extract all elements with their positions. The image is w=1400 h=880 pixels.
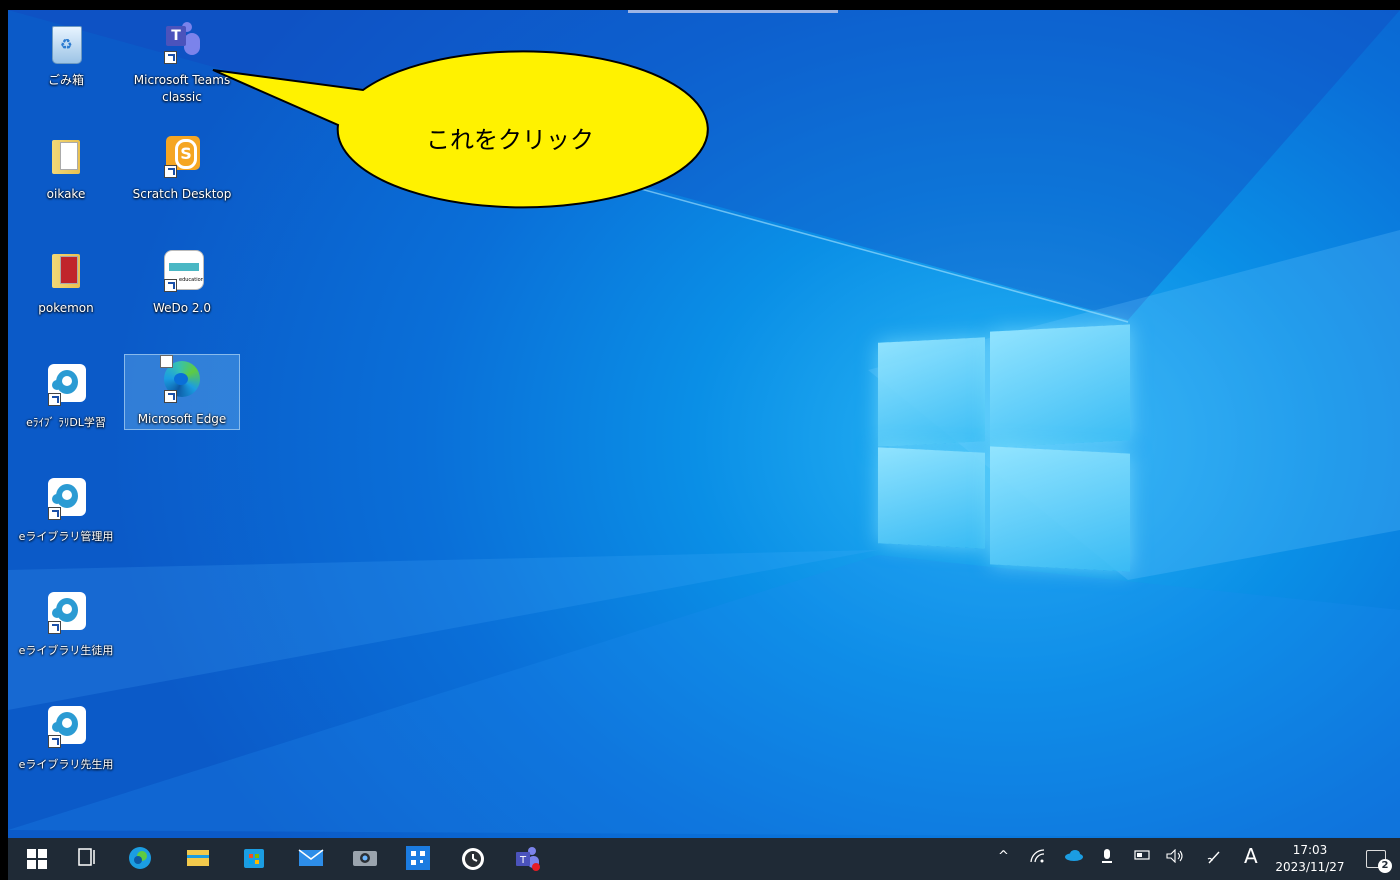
file-explorer-button[interactable]: [186, 846, 212, 872]
svg-text:T: T: [519, 855, 527, 866]
onedrive-icon[interactable]: [1064, 849, 1084, 865]
taskbar-edge-button[interactable]: [128, 846, 154, 872]
taskbar: T ^ A 17:03 2023/11/27 2: [8, 838, 1400, 880]
camera-icon: [353, 851, 377, 866]
show-hidden-icons-chevron[interactable]: ^: [998, 849, 1009, 864]
clock-app-icon: [462, 848, 484, 870]
notification-count-badge: 2: [1378, 859, 1392, 873]
mail-icon: [298, 849, 324, 866]
ime-indicator[interactable]: A: [1244, 844, 1258, 868]
callout-text: これをクリック: [426, 126, 594, 154]
start-button[interactable]: [24, 846, 50, 872]
taskbar-teams-button[interactable]: T: [514, 846, 540, 872]
camera-button[interactable]: [352, 846, 378, 872]
windows-start-icon: [27, 849, 47, 869]
pen-icon[interactable]: [1206, 849, 1222, 869]
volume-icon[interactable]: [1166, 848, 1184, 867]
battery-icon[interactable]: [1134, 849, 1152, 865]
callout-bubble: [212, 50, 709, 209]
microphone-icon[interactable]: [1102, 849, 1112, 869]
qr-app-button[interactable]: [406, 846, 432, 872]
task-view-button[interactable]: [76, 846, 102, 872]
mail-button[interactable]: [298, 846, 324, 872]
edge-icon: [129, 847, 151, 869]
task-view-icon: [78, 848, 95, 866]
store-button[interactable]: [242, 846, 268, 872]
wifi-icon[interactable]: [1030, 849, 1046, 867]
clock-time: 17:03: [1292, 843, 1328, 857]
screen: ♻ ごみ箱 oikake pokemon eﾗｲﾌﾞ ﾗﾘDL学習 eライブラリ…: [8, 10, 1400, 880]
desktop[interactable]: ♻ ごみ箱 oikake pokemon eﾗｲﾌﾞ ﾗﾘDL学習 eライブラリ…: [8, 10, 1400, 838]
teams-icon: T: [516, 847, 540, 871]
store-icon: [244, 849, 264, 868]
clock-date: 2023/11/27: [1275, 860, 1345, 874]
clock-app-button[interactable]: [460, 846, 486, 872]
clock[interactable]: 17:03 2023/11/27: [1270, 842, 1350, 876]
qr-icon: [406, 846, 430, 870]
file-explorer-icon: [187, 850, 209, 866]
